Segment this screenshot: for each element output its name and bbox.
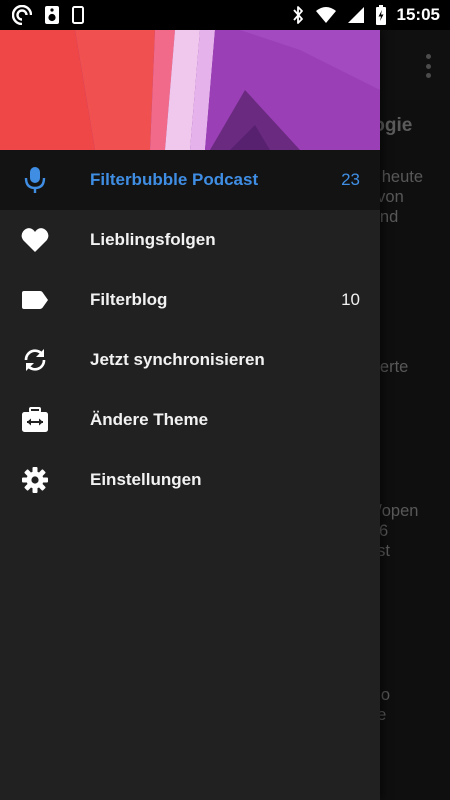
status-bar: 15:05 <box>0 0 450 30</box>
heart-icon <box>20 226 50 254</box>
theme-swap-icon <box>20 406 50 434</box>
nav-item-label: Jetzt synchronisieren <box>90 350 265 369</box>
nav-item-label: Ändere Theme <box>90 410 209 429</box>
signal-icon <box>347 6 365 24</box>
nav-item-label: Einstellungen <box>90 470 202 489</box>
gear-icon <box>20 466 50 494</box>
drawer-header-image <box>0 30 380 150</box>
nav-item-label: Filterblog <box>90 290 168 309</box>
nav-item-aendere-theme[interactable]: Ändere Theme <box>0 390 380 450</box>
wifi-icon <box>315 6 337 24</box>
navigation-drawer: Filterbubble Podcast 23 Lieblingsfolgen … <box>0 30 380 800</box>
nav-item-jetzt-synchronisieren[interactable]: Jetzt synchronisieren <box>0 330 380 390</box>
pocket-casts-icon <box>12 5 32 25</box>
phone-icon <box>72 6 84 24</box>
nav-item-filterbubble-podcast[interactable]: Filterbubble Podcast 23 <box>0 150 380 210</box>
speaker-icon <box>44 5 60 25</box>
bluetooth-icon <box>291 5 305 25</box>
nav-item-filterblog[interactable]: Filterblog 10 <box>0 270 380 330</box>
microphone-icon <box>20 166 50 194</box>
nav-item-count-badge: 23 <box>341 170 360 189</box>
nav-item-lieblingsfolgen[interactable]: Lieblingsfolgen <box>0 210 380 270</box>
battery-charging-icon <box>375 5 387 25</box>
label-tag-icon <box>20 286 50 314</box>
clock: 15:05 <box>396 5 440 24</box>
nav-item-label: Lieblingsfolgen <box>90 230 216 249</box>
nav-item-einstellungen[interactable]: Einstellungen <box>0 450 380 510</box>
drawer-nav-list: Filterbubble Podcast 23 Lieblingsfolgen … <box>0 150 380 510</box>
nav-item-count-badge: 10 <box>341 290 360 309</box>
nav-item-label: Filterbubble Podcast <box>90 170 259 189</box>
sync-icon <box>20 346 50 374</box>
